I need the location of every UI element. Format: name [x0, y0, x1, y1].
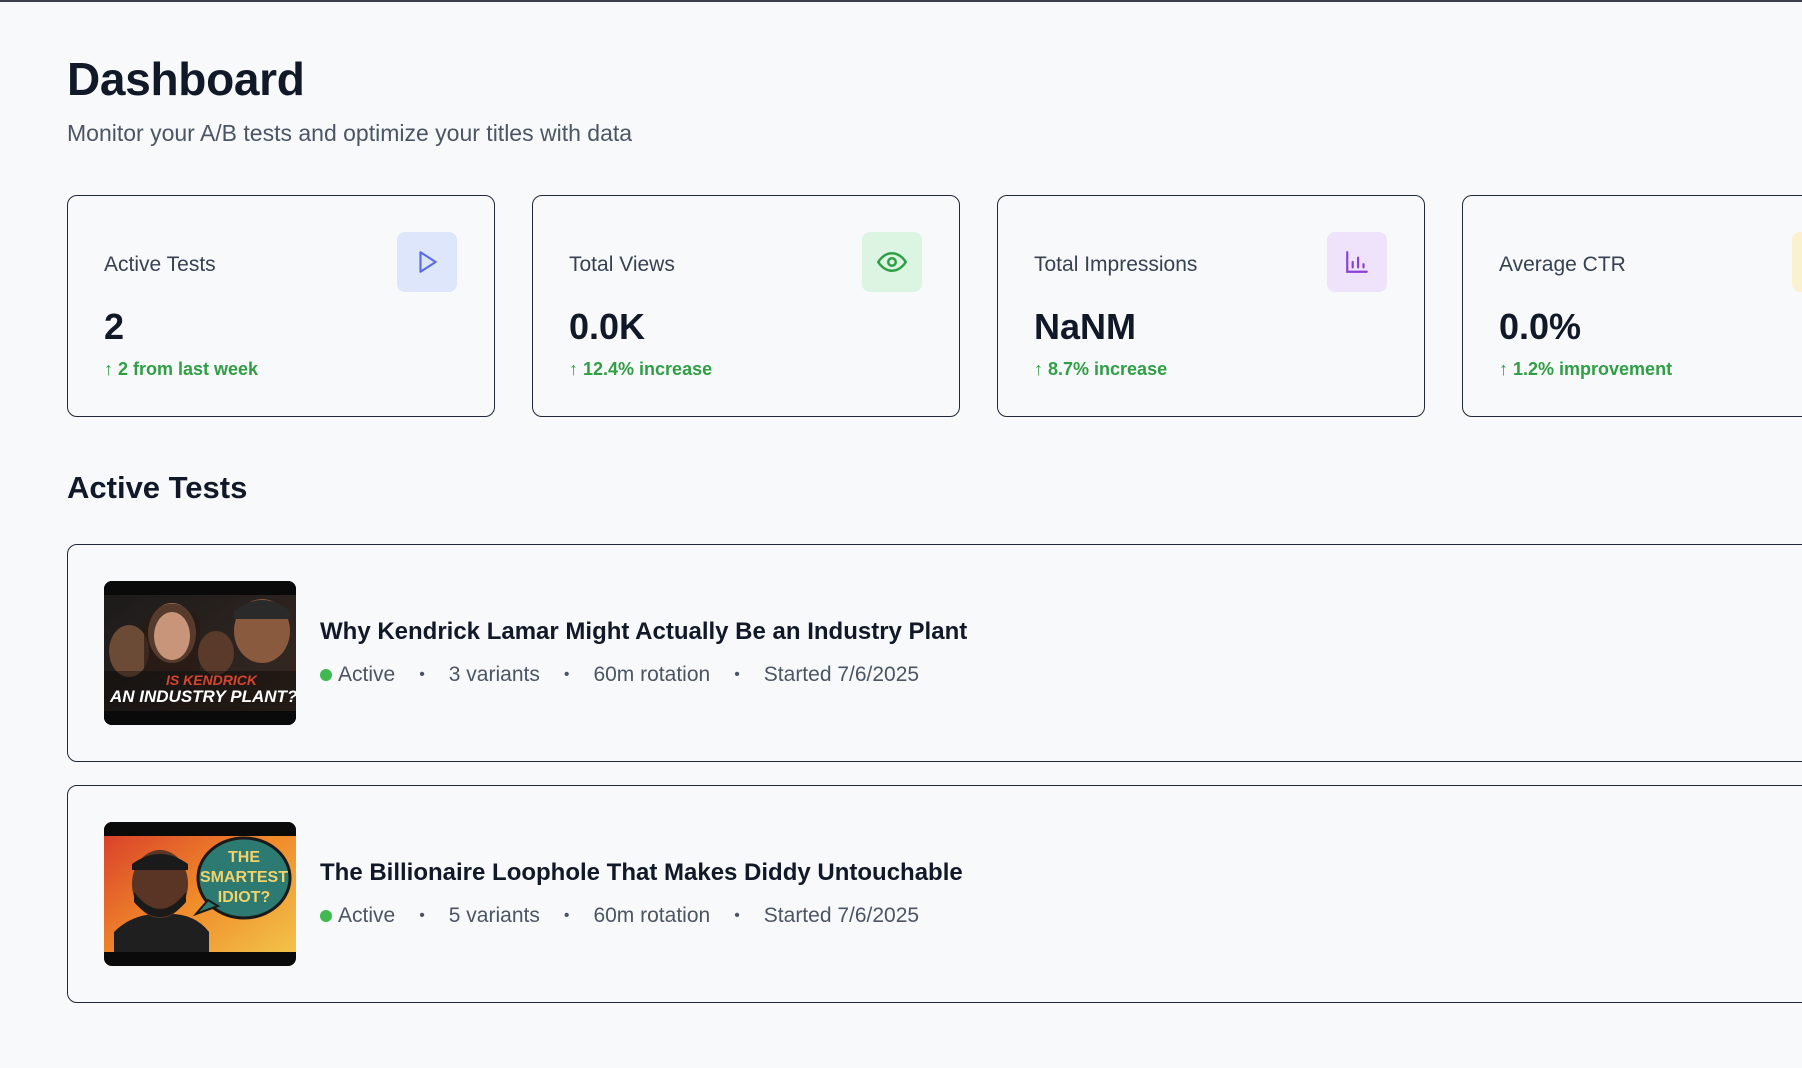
- stat-card-total-views: Total Views 0.0K ↑ 12.4% increase: [532, 195, 960, 417]
- test-card[interactable]: IS KENDRICK AN INDUSTRY PLANT? Why Kendr…: [67, 544, 1802, 762]
- ctr-icon: [1792, 232, 1802, 292]
- started-date: Started 7/6/2025: [763, 904, 920, 927]
- stat-value: 2: [104, 306, 125, 347]
- thumbnail-text: IS KENDRICK: [166, 672, 258, 688]
- status-label: Active: [338, 904, 396, 927]
- stat-value: NaNM: [1034, 306, 1137, 347]
- page-title: Dashboard: [67, 53, 305, 105]
- stat-card-average-ctr: Average CTR 0.0% ↑ 1.2% improvement: [1462, 195, 1802, 417]
- thumbnail-text: IDIOT?: [218, 889, 270, 906]
- stat-label: Active Tests: [104, 253, 216, 276]
- play-icon: [397, 232, 457, 292]
- stat-card-active-tests: Active Tests 2 ↑ 2 from last week: [67, 195, 495, 417]
- rotation-interval: 60m rotation: [593, 904, 711, 927]
- variants-count: 5 variants: [448, 904, 540, 927]
- page-subtitle: Monitor your A/B tests and optimize your…: [67, 120, 633, 146]
- video-thumbnail[interactable]: IS KENDRICK AN INDUSTRY PLANT?: [104, 581, 296, 725]
- stat-label: Total Views: [569, 253, 675, 276]
- stat-change: ↑ 1.2% improvement: [1499, 359, 1673, 379]
- stat-value: 0.0K: [569, 306, 646, 347]
- thumbnail-text: AN INDUSTRY PLANT?: [109, 687, 296, 706]
- separator-dot: •: [419, 907, 425, 924]
- stat-label: Average CTR: [1499, 253, 1626, 276]
- stat-value: 0.0%: [1499, 306, 1582, 347]
- status-label: Active: [338, 663, 396, 686]
- test-title[interactable]: Why Kendrick Lamar Might Actually Be an …: [320, 618, 967, 646]
- stat-change: ↑ 8.7% increase: [1034, 359, 1168, 379]
- section-title-active-tests: Active Tests: [67, 470, 248, 505]
- video-thumbnail[interactable]: THE SMARTEST IDIOT?: [104, 822, 296, 966]
- eye-icon: [862, 232, 922, 292]
- variants-count: 3 variants: [448, 663, 540, 686]
- stat-change: ↑ 12.4% increase: [569, 359, 713, 379]
- thumbnail-text: SMARTEST: [200, 869, 288, 886]
- test-title[interactable]: The Billionaire Loophole That Makes Didd…: [320, 859, 963, 887]
- stats-row: Active Tests 2 ↑ 2 from last week Total …: [67, 195, 1802, 420]
- stat-change: ↑ 2 from last week: [104, 359, 259, 379]
- stat-label: Total Impressions: [1034, 253, 1198, 276]
- separator-dot: •: [734, 907, 740, 924]
- status-dot-icon: [320, 669, 332, 681]
- bar-chart-icon: [1327, 232, 1387, 292]
- status-dot-icon: [320, 910, 332, 922]
- separator-dot: •: [419, 666, 425, 683]
- dashboard-page: Dashboard Monitor your A/B tests and opt…: [67, 52, 1802, 1003]
- test-meta: Active • 3 variants • 60m rotation • Sta…: [320, 663, 919, 687]
- rotation-interval: 60m rotation: [593, 663, 711, 686]
- started-date: Started 7/6/2025: [763, 663, 920, 686]
- stat-card-total-impressions: Total Impressions NaNM ↑ 8.7% increase: [997, 195, 1425, 417]
- separator-dot: •: [563, 666, 570, 683]
- top-border: [0, 0, 1802, 2]
- separator-dot: •: [734, 666, 740, 683]
- separator-dot: •: [563, 907, 570, 924]
- test-meta: Active • 5 variants • 60m rotation • Sta…: [320, 904, 919, 928]
- thumbnail-text: THE: [228, 849, 260, 866]
- test-card[interactable]: THE SMARTEST IDIOT? The Billionaire Loop…: [67, 785, 1802, 1003]
